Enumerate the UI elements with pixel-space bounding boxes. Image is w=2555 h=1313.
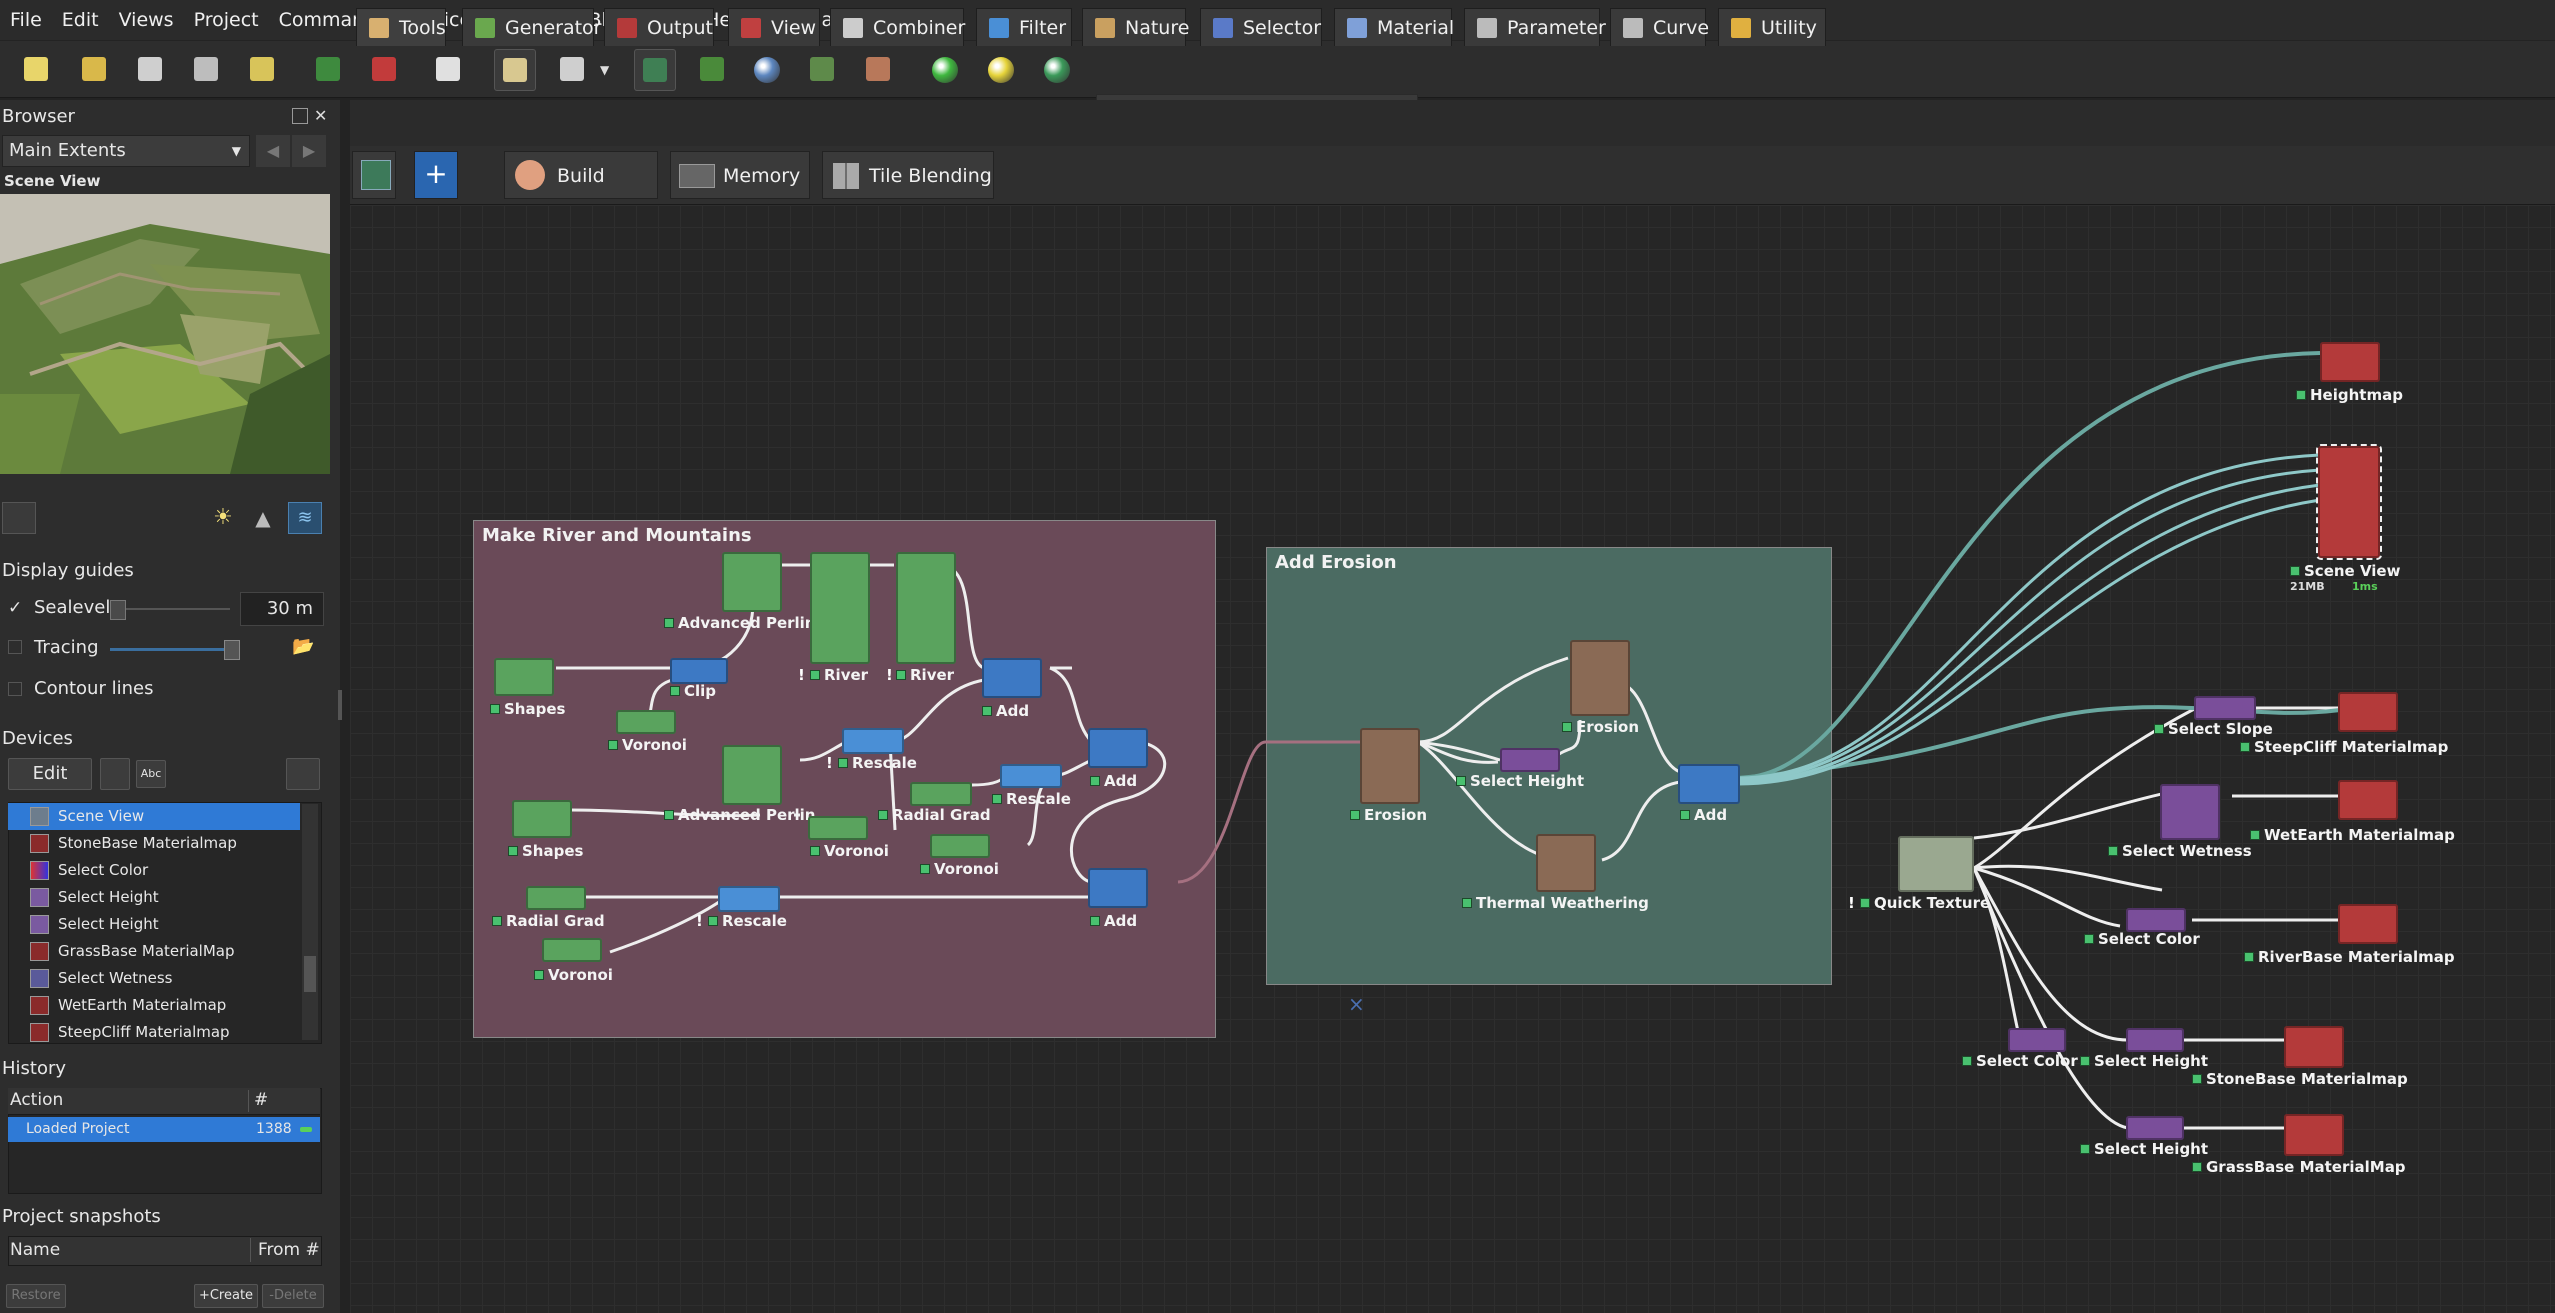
- node-label: Thermal Weathering: [1462, 894, 1649, 912]
- node-select-slope[interactable]: [2194, 696, 2256, 720]
- node-label: GrassBase MaterialMap: [2192, 1158, 2406, 1176]
- node-clip[interactable]: [670, 658, 728, 684]
- node-label: Add: [1090, 772, 1137, 790]
- memory-readout: 21MB: [2290, 580, 2325, 593]
- node-select-wetness[interactable]: [2160, 784, 2220, 840]
- node-river-1[interactable]: [810, 552, 870, 664]
- node-label: Advanced Perlin: [664, 614, 815, 632]
- node-quick-texture[interactable]: [1898, 836, 1974, 892]
- node-radial-grad-1[interactable]: [910, 782, 972, 806]
- node-riverbase-material[interactable]: [2338, 904, 2398, 944]
- node-label: Advanced Perlin: [664, 806, 815, 824]
- warning-mark: !: [826, 754, 833, 772]
- node-voronoi-1[interactable]: [616, 710, 676, 734]
- node-rescale-2[interactable]: [1000, 764, 1062, 788]
- warning-mark: !: [1848, 894, 1855, 912]
- node-add-3[interactable]: [1088, 868, 1148, 908]
- node-thermal-weathering[interactable]: [1536, 834, 1596, 892]
- node-label: Voronoi: [534, 966, 613, 984]
- node-label: Clip: [670, 682, 716, 700]
- node-label: Select Color: [2084, 930, 2200, 948]
- node-label: Voronoi: [920, 860, 999, 878]
- node-select-height-1[interactable]: [1500, 748, 1560, 772]
- node-label: Select Height: [2080, 1140, 2208, 1158]
- node-add-1[interactable]: [982, 658, 1042, 698]
- node-erosion-1[interactable]: [1360, 728, 1420, 804]
- node-label: River: [896, 666, 954, 684]
- node-label: Select Color: [1962, 1052, 2078, 1070]
- node-shapes-1[interactable]: [494, 658, 554, 696]
- node-label: Shapes: [490, 700, 565, 718]
- node-add-4[interactable]: [1678, 764, 1740, 804]
- node-label: RiverBase Materialmap: [2244, 948, 2455, 966]
- node-label: Radial Grad: [878, 806, 991, 824]
- node-grassbase-material[interactable]: [2284, 1114, 2344, 1156]
- node-stonebase-material[interactable]: [2284, 1026, 2344, 1068]
- node-radial-grad-2[interactable]: [526, 886, 586, 910]
- node-label: Add: [1680, 806, 1727, 824]
- node-label: WetEarth Materialmap: [2250, 826, 2455, 844]
- node-river-2[interactable]: [896, 552, 956, 664]
- node-select-color-2[interactable]: [2008, 1028, 2066, 1052]
- node-select-color-1[interactable]: [2126, 908, 2186, 932]
- time-readout: 1ms: [2352, 580, 2378, 593]
- node-add-2[interactable]: [1088, 728, 1148, 768]
- node-steepcliff-material[interactable]: [2338, 692, 2398, 732]
- node-label: Voronoi: [608, 736, 687, 754]
- warning-mark: !: [886, 666, 893, 684]
- node-label: Heightmap: [2296, 386, 2403, 404]
- warning-mark: !: [696, 912, 703, 930]
- node-erosion-2[interactable]: [1570, 640, 1630, 716]
- node-label: Quick Texture: [1860, 894, 1990, 912]
- node-voronoi-2[interactable]: [808, 816, 868, 840]
- node-label: Voronoi: [810, 842, 889, 860]
- node-label: Add: [982, 702, 1029, 720]
- node-voronoi-4[interactable]: [542, 938, 602, 962]
- node-label: Shapes: [508, 842, 583, 860]
- node-label: Scene View: [2290, 562, 2400, 580]
- node-rescale-1[interactable]: [842, 728, 904, 754]
- node-shapes-2[interactable]: [512, 800, 572, 838]
- node-label: SteepCliff Materialmap: [2240, 738, 2448, 756]
- node-label: Rescale: [992, 790, 1071, 808]
- node-label: Select Height: [2080, 1052, 2208, 1070]
- node-wetearth-material[interactable]: [2338, 780, 2398, 820]
- node-label: Erosion: [1350, 806, 1427, 824]
- node-label: Erosion: [1562, 718, 1639, 736]
- warning-mark: !: [798, 666, 805, 684]
- node-label: Select Slope: [2154, 720, 2273, 738]
- close-mark-icon[interactable]: ×: [1348, 992, 1365, 1016]
- node-select-height-2[interactable]: [2126, 1028, 2184, 1052]
- node-label: StoneBase Materialmap: [2192, 1070, 2408, 1088]
- node-label: Select Height: [1456, 772, 1584, 790]
- node-scene-view[interactable]: [2316, 444, 2382, 560]
- node-advanced-perlin-2[interactable]: [722, 745, 782, 805]
- node-label: Select Wetness: [2108, 842, 2252, 860]
- node-heightmap[interactable]: [2320, 342, 2380, 382]
- node-advanced-perlin-1[interactable]: [722, 552, 782, 612]
- node-label: Add: [1090, 912, 1137, 930]
- node-select-height-3[interactable]: [2126, 1116, 2184, 1140]
- node-label: River: [810, 666, 868, 684]
- node-rescale-3[interactable]: [718, 886, 780, 912]
- node-label: Radial Grad: [492, 912, 605, 930]
- node-label: Rescale: [838, 754, 917, 772]
- node-label: Rescale: [708, 912, 787, 930]
- node-voronoi-3[interactable]: [930, 834, 990, 858]
